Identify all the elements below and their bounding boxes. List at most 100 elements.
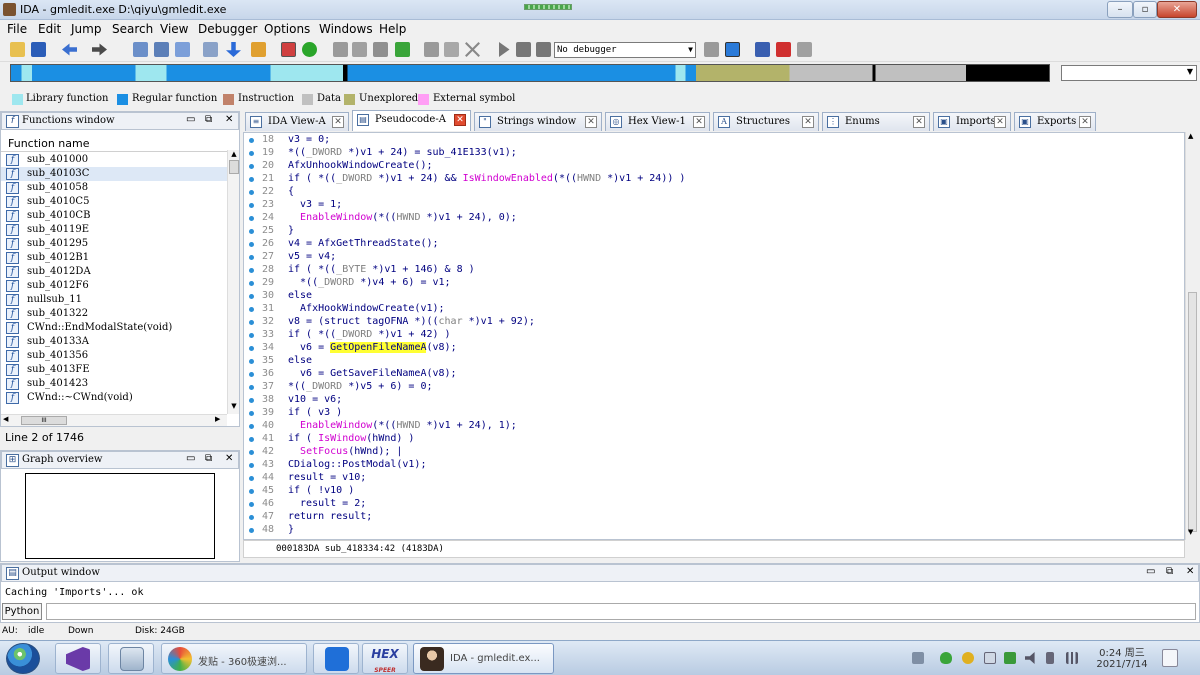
tab-close-icon[interactable]: ✕ [994,116,1006,128]
menu-debugger[interactable]: Debugger [198,22,257,36]
window-icon[interactable] [984,652,996,664]
python-button[interactable]: Python [2,603,42,620]
function-list-item[interactable]: f sub_4012B1 [1,251,227,265]
forward-arrow-icon[interactable] [92,43,107,56]
code-line[interactable]: 37 *((_DWORD *)v5 + 6) = 0; [244,381,1184,394]
tab-close-icon[interactable]: ✕ [802,116,814,128]
debugger-select[interactable]: No debugger ▼ [554,42,696,58]
code-line[interactable]: 22 { [244,186,1184,199]
function-list-item[interactable]: f sub_401295 [1,237,227,251]
function-list-item[interactable]: f CWnd::EndModalState(void) [1,321,227,335]
title-bar[interactable]: IDA - gmledit.exe D:\qiyu\gmledit.exe – … [0,0,1200,20]
task-visual-studio[interactable] [55,643,101,674]
step-icon[interactable] [424,42,439,57]
code-line[interactable]: 46 result = 2; [244,498,1184,511]
tab-ida-view-a[interactable]: ≡ IDA View-A ✕ [245,112,349,131]
tab-close-icon[interactable]: ✕ [454,114,466,126]
signal-icon[interactable] [1066,652,1078,664]
close-icon[interactable]: ✕ [1186,566,1194,577]
menu-search[interactable]: Search [112,22,153,36]
stop-icon[interactable] [536,42,551,57]
function-list-item[interactable]: f sub_401058 [1,181,227,195]
tab-enums[interactable]: ⋮ Enums ✕ [822,112,930,131]
scroll-down-icon[interactable]: ▼ [1188,528,1193,536]
task-ida[interactable]: IDA - gmledit.ex... [413,643,554,674]
close-icon[interactable]: ✕ [225,453,233,464]
navigation-dropdown[interactable]: ▼ [1061,65,1197,81]
graph-overview-canvas[interactable] [25,473,215,559]
functions-vertical-scrollbar[interactable]: ▲ ▼ [227,150,239,414]
save-icon[interactable] [31,42,46,57]
tab-close-icon[interactable]: ✕ [332,116,344,128]
code-line[interactable]: 18 v3 = 0; [244,134,1184,147]
pseudocode-scrollbar[interactable]: ▲ ▼ [1185,132,1198,540]
function-list-item[interactable]: f sub_4012DA [1,265,227,279]
functions-list[interactable]: f sub_401000 f sub_40103C f sub_401058 f sub_40… [1,150,227,424]
pseudocode-view[interactable]: 18 v3 = 0; 19 *((_DWORD *)v1 + 24) = sub_41… [243,132,1185,540]
plugin-icon[interactable] [776,42,791,57]
tab-exports[interactable]: ▣ Exports ✕ [1014,112,1096,131]
debugger-options-icon[interactable] [704,42,719,57]
code-line[interactable]: 30 else [244,290,1184,303]
graph-view-icon[interactable] [281,42,296,57]
run-green-icon[interactable] [302,42,317,57]
code-line[interactable]: 23 v3 = 1; [244,199,1184,212]
task-shield-u[interactable] [313,643,359,674]
code-line[interactable]: 25} [244,225,1184,238]
jump-down-icon[interactable] [226,42,241,57]
menu-options[interactable]: Options [264,22,310,36]
terminate-icon[interactable] [465,42,480,57]
function-list-item[interactable]: f nullsub_11 [1,293,227,307]
function-list-item[interactable]: f sub_401356 [1,349,227,363]
menu-help[interactable]: Help [379,22,406,36]
scroll-right-icon[interactable]: ▶ [215,415,220,423]
code-view-icon[interactable] [133,42,148,57]
code-line[interactable]: 26 v4 = AfxGetThreadState(); [244,238,1184,251]
tray-360-icon[interactable] [962,652,974,664]
maximize-button[interactable]: ▫ [1133,1,1157,18]
task-hex-editor[interactable]: HEX SPEER [362,643,408,674]
code-line[interactable]: 33 if ( *((_DWORD *)v1 + 42) ) [244,329,1184,342]
function-list-item[interactable]: f sub_40133A [1,335,227,349]
struct-view-icon[interactable] [175,42,190,57]
code-line[interactable]: 42 SetFocus(hWnd); | [244,446,1184,459]
menu-edit[interactable]: Edit [38,22,61,36]
code-line[interactable]: 36 v6 = GetSaveFileNameA(v8); [244,368,1184,381]
search-icon[interactable] [251,42,266,57]
menu-jump[interactable]: Jump [71,22,101,36]
scroll-up-icon[interactable]: ▲ [1188,132,1193,140]
function-list-item[interactable]: f sub_401423 [1,377,227,391]
close-icon[interactable]: ✕ [225,114,233,125]
float-icon[interactable]: ⧉ [205,114,212,125]
dock-icon[interactable]: ▭ [186,453,195,464]
speaker-icon[interactable] [1025,652,1035,664]
battery-icon[interactable] [1046,652,1054,664]
menu-view[interactable]: View [160,22,188,36]
add-breakpoint-icon[interactable] [395,42,410,57]
output-window-header[interactable]: ▤ Output window ▭ ⧉ ✕ [1,564,1199,582]
tab-close-icon[interactable]: ✕ [1079,116,1091,128]
task-calculator[interactable] [108,643,154,674]
code-line[interactable]: 47 return result; [244,511,1184,524]
security-shield-icon[interactable] [940,652,952,664]
code-line[interactable]: 24 EnableWindow(*((HWND *)v1 + 24), 0); [244,212,1184,225]
data-view-icon[interactable] [154,42,169,57]
tab-close-icon[interactable]: ✕ [913,116,925,128]
dock-icon[interactable]: ▭ [1146,566,1155,577]
detach-icon[interactable] [444,42,459,57]
code-line[interactable]: 40 EnableWindow(*((HWND *)v1 + 24), 1); [244,420,1184,433]
float-icon[interactable]: ⧉ [205,453,212,464]
function-list-item[interactable]: f sub_4012F6 [1,279,227,293]
minimize-button[interactable]: – [1107,1,1133,18]
extra-tool-icon[interactable] [797,42,812,57]
play-icon[interactable] [499,42,510,57]
scroll-down-icon[interactable]: ▼ [229,402,239,412]
start-button[interactable] [6,643,40,674]
open-file-icon[interactable] [10,42,25,57]
function-list-item[interactable]: f CWnd::~CWnd(void) [1,391,227,405]
graph-overview-header[interactable]: ⊞ Graph overview ▭ ⧉ ✕ [1,451,239,469]
code-line[interactable]: 20 AfxUnhookWindowCreate(); [244,160,1184,173]
scroll-left-icon[interactable]: ◀ [3,415,8,423]
code-line[interactable]: 29 *((_DWORD *)v4 + 6) = v1; [244,277,1184,290]
tab-close-icon[interactable]: ✕ [693,116,705,128]
